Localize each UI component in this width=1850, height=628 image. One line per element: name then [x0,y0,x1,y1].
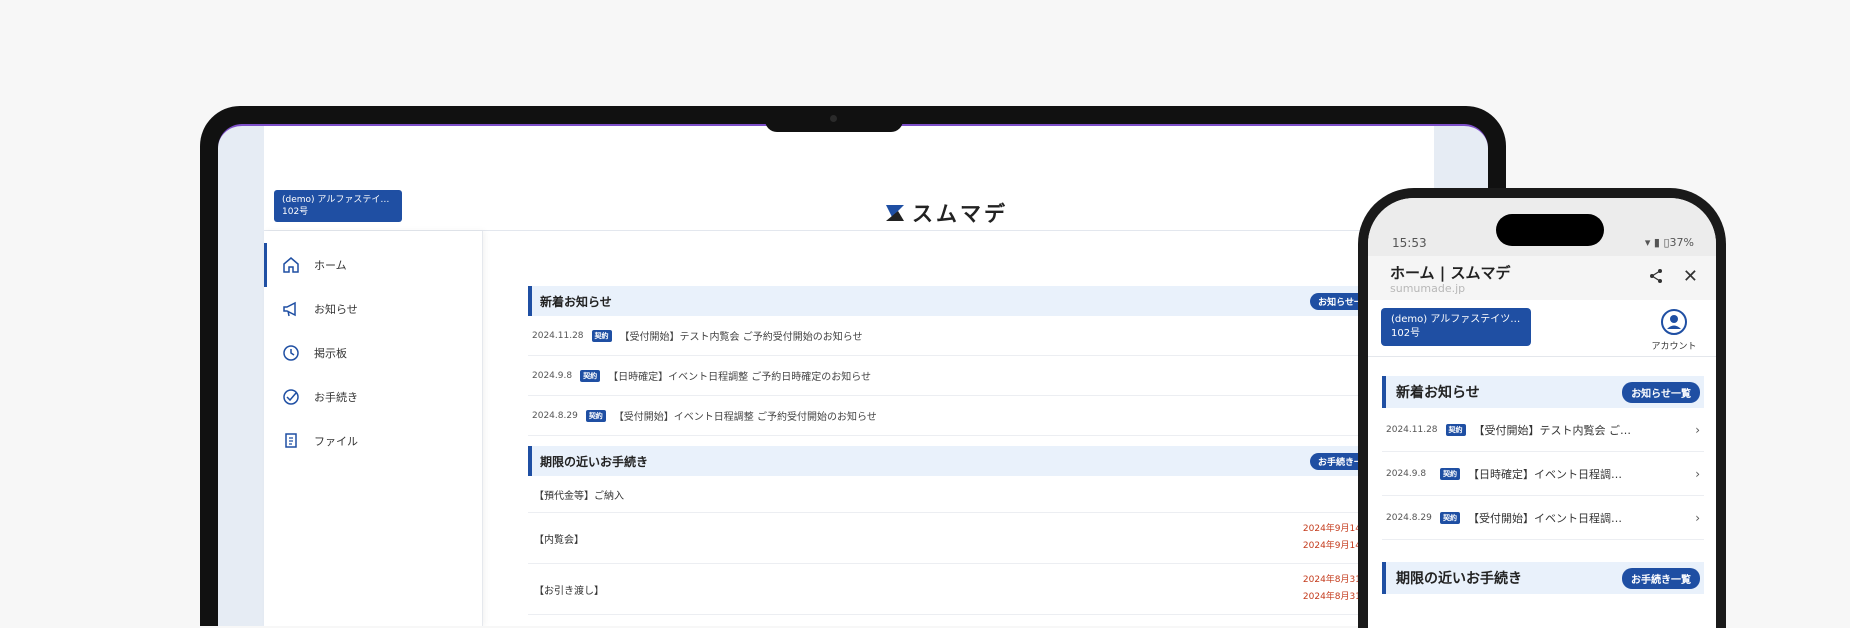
account-label: アカウント [1651,342,1697,352]
procedure-row[interactable]: 【お引き渡し】 2024年8月31日から 2024年8月31日まで [528,564,1388,615]
news-date: 2024.11.28 [1386,424,1438,435]
news-row[interactable]: 2024.8.29 契約 【受付開始】イベント日程調… › [1382,496,1704,540]
page-title: ホーム | スムマデ [1390,264,1511,282]
sidebar-item-home[interactable]: ホーム [264,243,482,287]
sidebar: ホーム お知らせ 掲示板 お手続き ファイル [264,231,483,626]
phone-screen: 15:53 ▾ ▮ ▯37% ホーム | スムマデ sumumade.jp ✕ … [1368,198,1716,628]
news-row[interactable]: 2024.9.8 契約 【日時確定】イベント日程調… › [1382,452,1704,496]
camera-icon [830,115,837,122]
logo-text: スムマデ [912,202,1008,226]
news-text: 【受付開始】テスト内覧会 ご… [1473,423,1632,437]
news-date: 2024.8.29 [532,410,578,421]
category-badge: 契約 [1440,467,1460,480]
account-icon [1661,309,1687,335]
category-badge: 契約 [1440,511,1460,524]
property-room: 102号 [1391,328,1421,339]
phone-frame: 15:53 ▾ ▮ ▯37% ホーム | スムマデ sumumade.jp ✕ … [1358,188,1726,628]
news-row[interactable]: 2024.9.8 契約 【日時確定】イベント日程調整 ご予約日時確定のお知らせ [528,356,1388,396]
desktop-app: (demo) アルファステイ… 102号 スムマデ ホーム お知らせ 掲示板 お… [264,126,1434,626]
sidebar-item-label: ホーム [314,259,347,272]
page-domain: sumumade.jp [1390,282,1466,295]
category-badge: 契約 [1445,423,1466,436]
news-date: 2024.9.8 [1386,468,1427,479]
category-badge: 契約 [585,409,606,422]
history-icon [280,342,302,364]
news-list-button[interactable]: お知らせ一覧 [1622,381,1700,403]
camera-notch [765,106,903,132]
procedure-row[interactable]: 【内覧会】 2024年9月14日から 2024年9月14日まで [528,513,1388,564]
news-text: 【日時確定】イベント日程調整 ご予約日時確定のお知らせ [608,372,872,383]
laptop-screen: (demo) アルファステイ… 102号 スムマデ ホーム お知らせ 掲示板 お… [218,124,1488,626]
status-time: 15:53 [1392,236,1427,250]
news-text: 【受付開始】テスト内覧会 ご予約受付開始のお知らせ [619,332,863,343]
procedure-row[interactable]: 【預代金等】ご納入 [528,476,1388,513]
chevron-right-icon: › [1695,466,1700,481]
procedures-section-header: 期限の近いお手続き お手続き一覧 [528,446,1388,476]
mobile-app-header: (demo) アルファステイツ… 102号 アカウント [1368,300,1716,357]
news-section-title: 新着お知らせ [540,294,612,309]
sidebar-item-files[interactable]: ファイル [264,419,482,463]
sidebar-item-label: お手続き [314,391,358,404]
category-badge: 契約 [591,329,612,342]
wifi-icon: ▾ [1644,236,1651,249]
logo-mark-icon [886,205,904,221]
chevron-right-icon: › [1695,422,1700,437]
procedures-section-title: 期限の近いお手続き [540,454,649,469]
property-name: (demo) アルファステイツ… [1391,314,1521,325]
share-icon[interactable] [1648,268,1664,288]
mobile-main-content: 新着お知らせ お知らせ一覧 2024.11.28 契約 【受付開始】テスト内覧会… [1382,376,1704,594]
category-badge: 契約 [580,369,601,382]
sidebar-item-label: 掲示板 [314,347,347,360]
news-date: 2024.11.28 [532,330,584,341]
home-icon [280,254,302,276]
news-section-header: 新着お知らせ お知らせ一覧 [1382,376,1704,408]
procedures-section-title: 期限の近いお手続き [1396,571,1522,587]
news-row[interactable]: 2024.11.28 契約 【受付開始】テスト内覧会 ご予約受付開始のお知らせ [528,316,1388,356]
sidebar-item-news[interactable]: お知らせ [264,287,482,331]
browser-bar: ホーム | スムマデ sumumade.jp ✕ [1368,256,1716,300]
signal-icon: ▮ [1653,236,1660,249]
sidebar-item-procedures[interactable]: お手続き [264,375,482,419]
procedure-name: 【内覧会】 [534,534,584,546]
procedures-section-header: 期限の近いお手続き お手続き一覧 [1382,562,1704,594]
file-icon [280,430,302,452]
news-date: 2024.9.8 [532,370,573,381]
property-room: 102号 [282,207,309,217]
laptop-frame: (demo) アルファステイ… 102号 スムマデ ホーム お知らせ 掲示板 お… [200,106,1506,626]
property-name: (demo) アルファステイ… [282,195,390,205]
procedures-list-button[interactable]: お手続き一覧 [1622,567,1700,589]
brand-logo[interactable]: スムマデ [884,198,1008,228]
battery-level: 37% [1669,236,1694,249]
app-header: (demo) アルファステイ… 102号 スムマデ [264,126,1434,231]
battery-indicator: ▾ ▮ ▯37% [1645,236,1694,249]
sidebar-item-label: お知らせ [314,303,358,316]
news-section-header: 新着お知らせ お知らせ一覧 [528,286,1388,316]
sidebar-item-board[interactable]: 掲示板 [264,331,482,375]
main-content: 新着お知らせ お知らせ一覧 2024.11.28 契約 【受付開始】テスト内覧会… [528,286,1388,615]
news-text: 【受付開始】イベント日程調… [1468,511,1622,525]
procedure-name: 【お引き渡し】 [534,585,604,597]
check-circle-icon [280,386,302,408]
sidebar-item-label: ファイル [314,435,358,448]
news-row[interactable]: 2024.8.29 契約 【受付開始】イベント日程調整 ご予約受付開始のお知らせ [528,396,1388,436]
megaphone-icon [280,298,302,320]
dynamic-island [1496,214,1604,246]
property-selector[interactable]: (demo) アルファステイ… 102号 [274,190,402,222]
news-section-title: 新着お知らせ [1396,385,1480,401]
procedure-name: 【預代金等】ご納入 [534,490,624,502]
news-text: 【日時確定】イベント日程調… [1468,467,1622,481]
chevron-right-icon: › [1695,510,1700,525]
news-date: 2024.8.29 [1386,512,1432,523]
close-icon[interactable]: ✕ [1683,266,1698,287]
account-button[interactable]: アカウント [1650,308,1698,352]
news-text: 【受付開始】イベント日程調整 ご予約受付開始のお知らせ [613,412,877,423]
news-row[interactable]: 2024.11.28 契約 【受付開始】テスト内覧会 ご… › [1382,408,1704,452]
property-selector[interactable]: (demo) アルファステイツ… 102号 [1381,308,1531,346]
